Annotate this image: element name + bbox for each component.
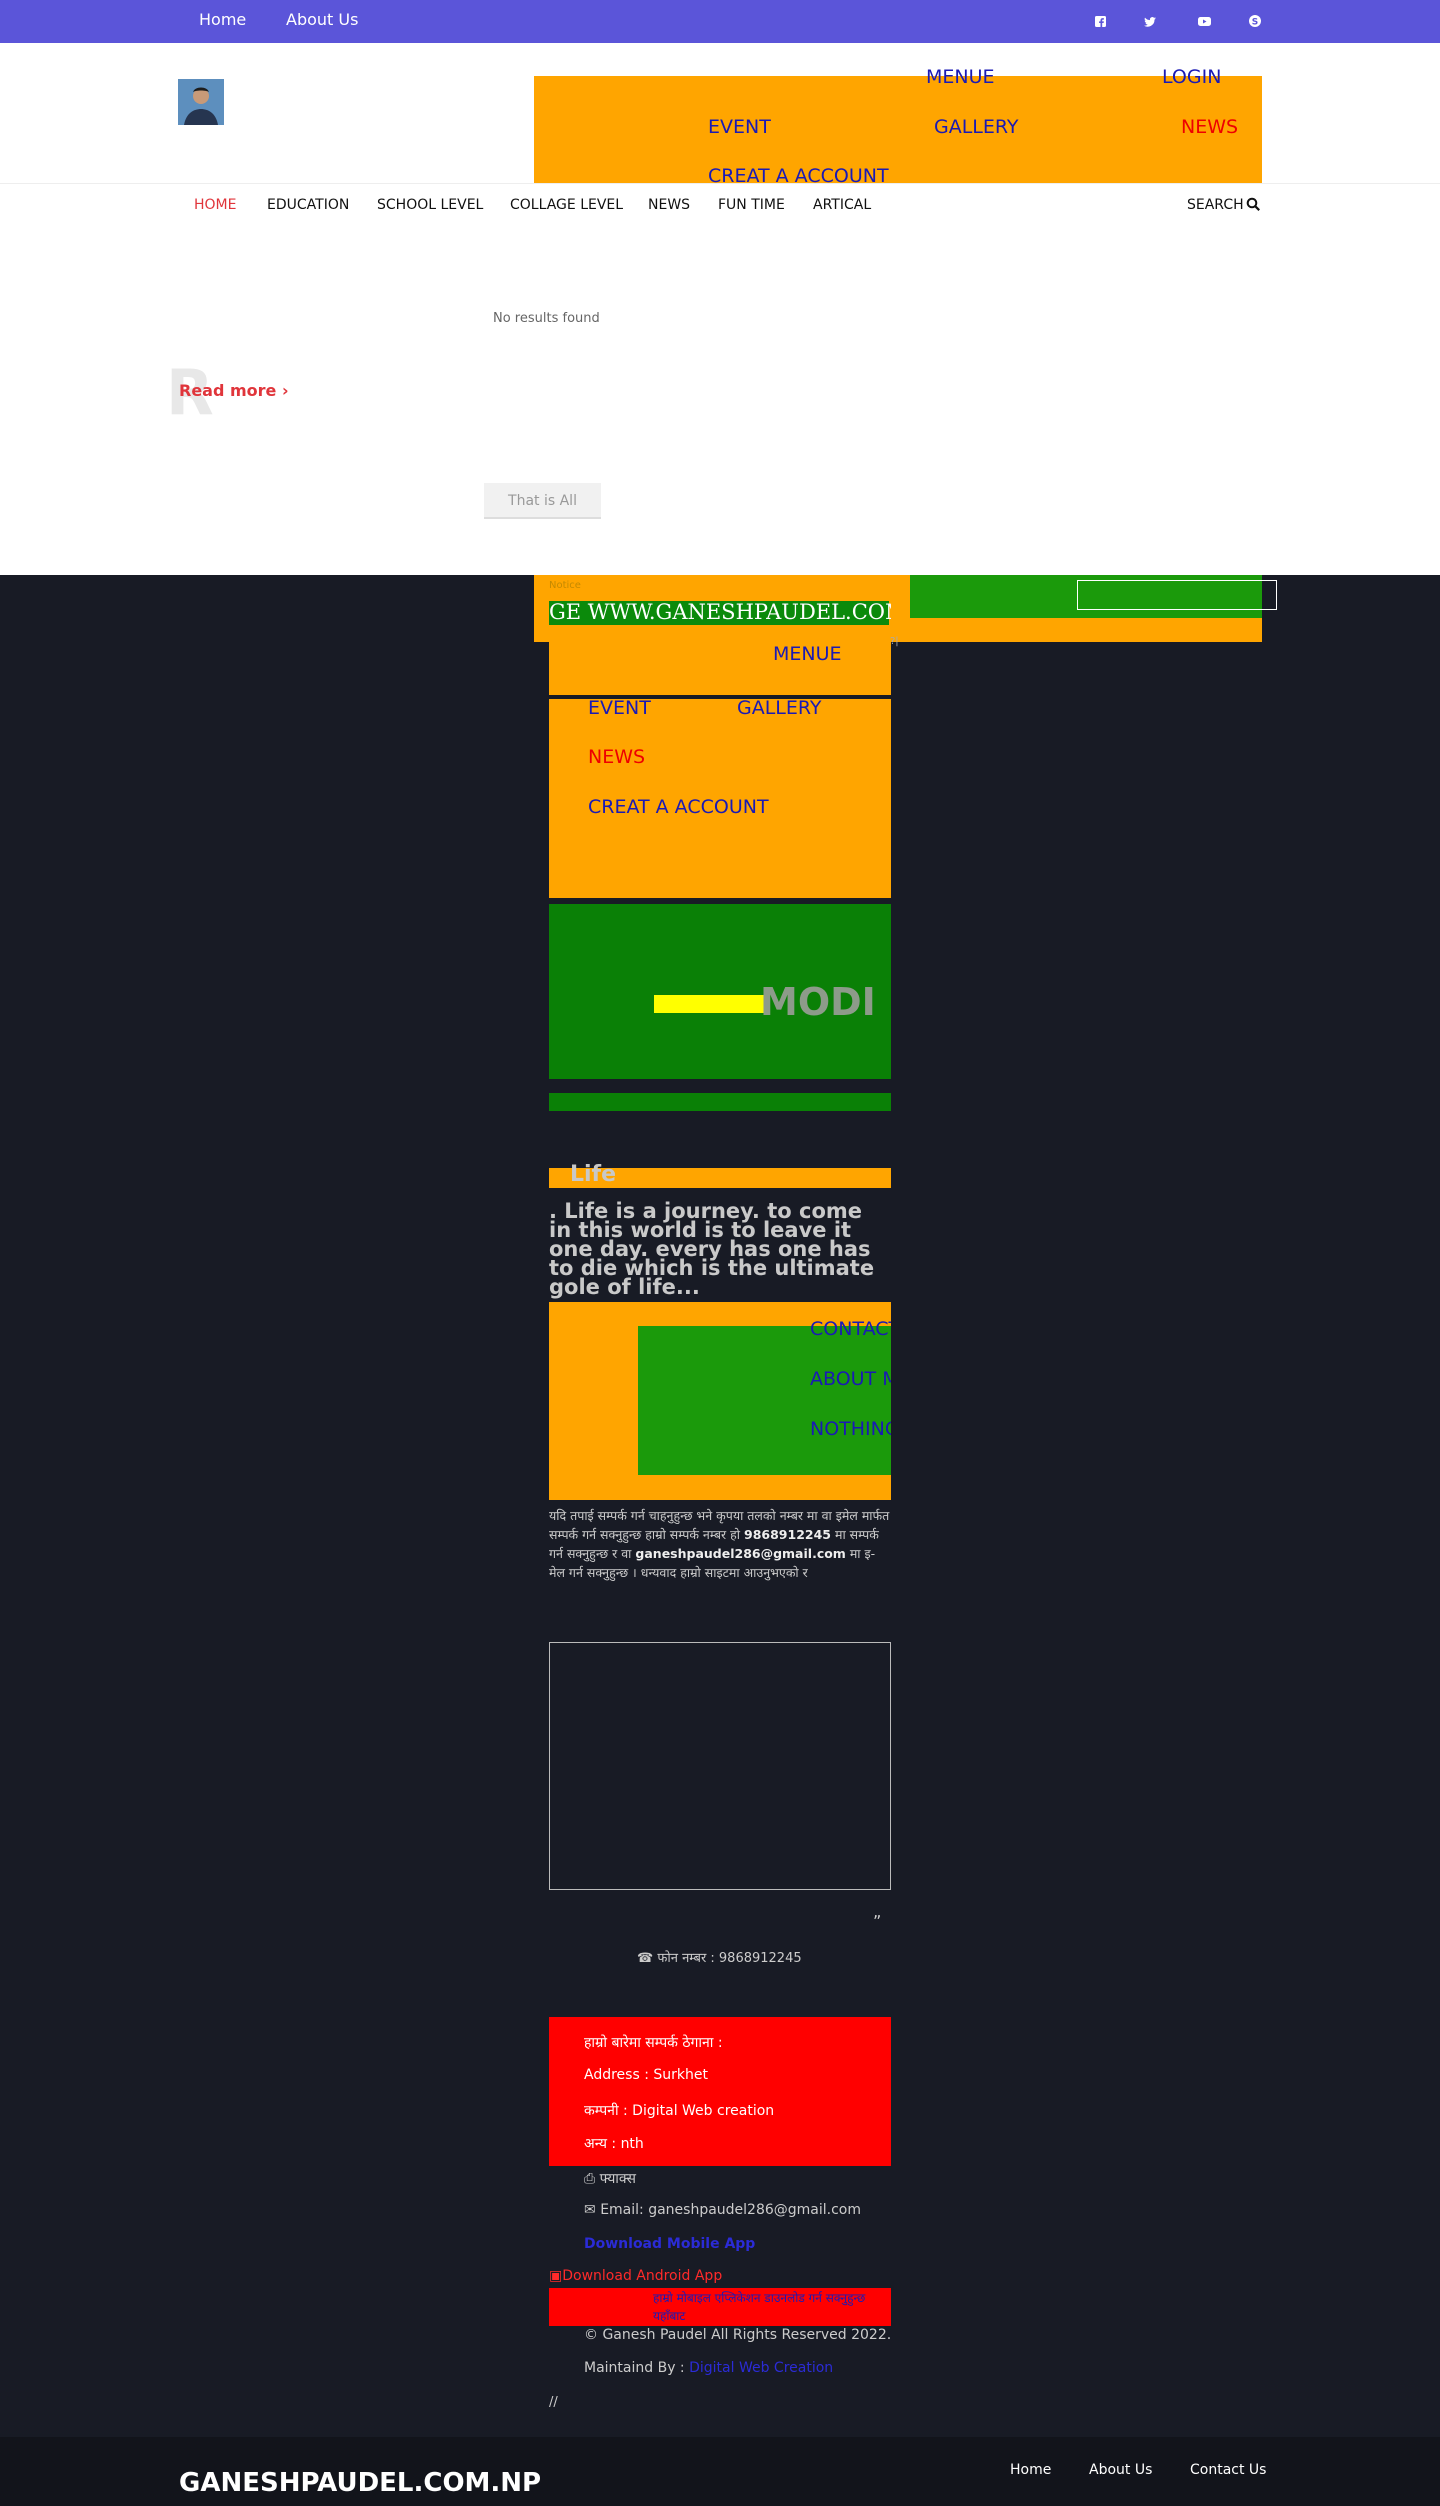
- nav-fun-time[interactable]: FUN TIME: [718, 197, 785, 213]
- download-android-label: Download Android App: [562, 2268, 723, 2284]
- maintained-label: Maintaind By :: [584, 2360, 685, 2376]
- search-label: SEARCH: [1187, 197, 1244, 213]
- footer-link-contact[interactable]: Contact Us: [1190, 2462, 1266, 2478]
- fax-text: फ्याक्स: [599, 2171, 636, 2187]
- footer-link-home[interactable]: Home: [1010, 2462, 1051, 2478]
- search-icon[interactable]: [1246, 197, 1261, 216]
- stray-slashes: //: [549, 2395, 558, 2410]
- header-orange-menu: [534, 76, 1262, 183]
- topbar-link-about[interactable]: About Us: [286, 10, 358, 29]
- download-android-app-link[interactable]: ▣Download Android App: [549, 2268, 722, 2284]
- nav-divider: [0, 183, 1440, 184]
- email-text: Email: ganeshpaudel286@gmail.com: [600, 2202, 861, 2218]
- sidebar-orange-menu: [549, 642, 891, 898]
- contact-link[interactable]: CONTACT: [810, 1318, 891, 1340]
- contact-heading: हाम्रो बारेमा सम्पर्क ठेगाना :: [584, 2035, 723, 2051]
- download-red-bar-text: हाम्रो मोबाइल एप्लिकेशन डाउनलोड गर्न सक्…: [653, 2291, 866, 2323]
- nav-school-level[interactable]: SCHOOL LEVEL: [377, 197, 483, 213]
- envelope-icon: ✉: [584, 2202, 596, 2218]
- chevron-right-icon: ›: [281, 381, 289, 400]
- phone-icon: ☎: [637, 1951, 654, 1966]
- fax-line: ⎙ फ्याक्स: [584, 2169, 636, 2188]
- read-more-link[interactable]: Read more ›: [179, 381, 289, 400]
- about-me-link[interactable]: ABOUT ME: [810, 1368, 891, 1390]
- maintained-by: Maintaind By : Digital Web Creation: [584, 2360, 833, 2376]
- fax-icon: ⎙: [584, 2171, 596, 2187]
- skype-icon[interactable]: S: [1244, 10, 1266, 32]
- header-menu-event[interactable]: EVENT: [708, 116, 771, 138]
- phone-text: फोन नम्बर : 9868912245: [657, 1951, 802, 1966]
- nothing-link[interactable]: NOTHING: [810, 1418, 891, 1440]
- contact-phone: 9868912245: [744, 1527, 831, 1542]
- nav-search[interactable]: SEARCH: [1187, 197, 1244, 213]
- contact-paragraph: यदि तपाई सम्पर्क गर्न चाहनुहुन्छ भने कृप…: [549, 1506, 891, 1582]
- copyright-text: © Ganesh Paudel All Rights Reserved 2022…: [584, 2327, 892, 2343]
- stray-text: ?|: [890, 636, 899, 647]
- youtube-icon[interactable]: [1193, 10, 1215, 32]
- life-heading: Life: [570, 1162, 617, 1187]
- quote-mark: „: [873, 1902, 882, 1921]
- side-menu-event[interactable]: EVENT: [588, 697, 651, 719]
- no-results-text: No results found: [493, 311, 600, 326]
- modi-text: MODI: [760, 980, 876, 1024]
- maintained-link[interactable]: Digital Web Creation: [689, 2360, 833, 2376]
- phone-line: ☎ फोन नम्बर : 9868912245: [637, 1948, 802, 1966]
- footer-link-about[interactable]: About Us: [1089, 2462, 1152, 2478]
- life-quote: . Life is a journey. to come in this wor…: [549, 1199, 875, 1299]
- email-line: ✉ Email: ganeshpaudel286@gmail.com: [584, 2202, 861, 2218]
- header-menu-news[interactable]: NEWS: [1181, 116, 1238, 138]
- topbar-link-home[interactable]: Home: [199, 10, 246, 29]
- green-strip: [549, 1093, 891, 1111]
- marquee-text: GE WWW.GANESHPAUDEL.COM.NP: [549, 600, 891, 624]
- read-more-label: Read more: [179, 381, 277, 400]
- side-menu-news[interactable]: NEWS: [588, 746, 645, 768]
- header-menu-login[interactable]: LOGIN: [1162, 66, 1221, 88]
- broken-image: [1077, 580, 1277, 610]
- side-menu-menue[interactable]: MENUE: [773, 643, 842, 665]
- header-menu-menue[interactable]: MENUE: [926, 66, 995, 88]
- nav-artical[interactable]: ARTICAL: [813, 197, 871, 213]
- nav-news[interactable]: NEWS: [648, 197, 690, 213]
- nav-collage-level[interactable]: COLLAGE LEVEL: [510, 197, 623, 213]
- header-menu-gallery[interactable]: GALLERY: [934, 116, 1019, 138]
- contact-company: कम्पनी : Digital Web creation: [584, 2103, 775, 2119]
- contact-other: अन्य : nth: [584, 2136, 644, 2152]
- that-is-all-button[interactable]: That is All: [484, 483, 601, 519]
- nav-education[interactable]: EDUCATION: [267, 197, 349, 213]
- svg-text:S: S: [1252, 18, 1258, 28]
- twitter-icon[interactable]: [1139, 10, 1161, 32]
- notice-label: Notice: [549, 580, 581, 591]
- broken-image-icon: ▣: [549, 2268, 563, 2284]
- facebook-icon[interactable]: [1089, 10, 1111, 32]
- contact-links: CONTACT ABOUT ME NOTHING: [638, 1318, 891, 1478]
- side-menu-create-account[interactable]: CREAT A ACCOUNT: [588, 796, 769, 818]
- avatar[interactable]: [178, 79, 224, 125]
- contact-email: ganeshpaudel286@gmail.com: [635, 1546, 846, 1561]
- nav-home[interactable]: HOME: [194, 197, 236, 213]
- side-menu-gallery[interactable]: GALLERY: [737, 697, 822, 719]
- download-mobile-app-link[interactable]: Download Mobile App: [584, 2236, 755, 2252]
- broken-image-large: [549, 1642, 891, 1890]
- contact-address: Address : Surkhet: [584, 2067, 708, 2083]
- yellow-highlight: [654, 995, 764, 1013]
- footer-brand: GANESHPAUDEL.COM.NP: [179, 2468, 542, 2498]
